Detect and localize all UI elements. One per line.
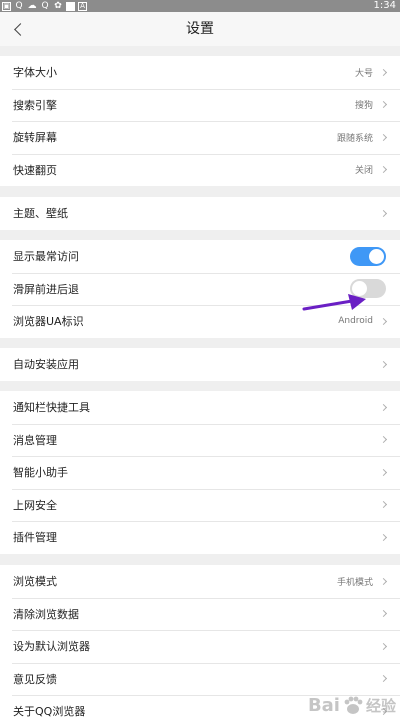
qq-browser-icon: Q — [15, 1, 23, 11]
settings-row-accessory — [379, 348, 388, 381]
settings-row-accessory — [379, 197, 388, 230]
settings-row[interactable]: 插件管理 — [0, 521, 400, 554]
settings-row-accessory: 手机模式 — [336, 565, 388, 598]
settings-row-accessory — [379, 489, 388, 522]
chevron-right-icon — [379, 675, 388, 683]
settings-row-accessory — [379, 391, 388, 424]
settings-row[interactable]: 字体大小 大号 — [0, 56, 400, 89]
settings-row[interactable]: 浏览模式 手机模式 — [0, 565, 400, 598]
settings-row-label: 浏览器UA标识 — [13, 315, 84, 329]
settings-row-label: 关于QQ浏览器 — [13, 705, 86, 719]
notification-icon: ▣ — [2, 1, 11, 11]
paw-icon — [344, 696, 363, 714]
chevron-right-icon — [379, 436, 388, 444]
back-button[interactable] — [4, 14, 32, 44]
settings-row-label: 通知栏快捷工具 — [13, 401, 90, 415]
back-arrow-icon — [13, 22, 27, 36]
settings-row[interactable]: 智能小助手 — [0, 456, 400, 489]
chevron-right-icon — [379, 577, 388, 585]
settings-row[interactable]: 设为默认浏览器 — [0, 630, 400, 663]
settings-row[interactable]: 上网安全 — [0, 488, 400, 522]
watermark-text-2: 经验 — [365, 696, 396, 715]
chevron-right-icon — [379, 166, 388, 174]
app-icon: ✿ — [54, 1, 62, 11]
chevron-right-icon — [379, 133, 388, 141]
settings-row-label: 快速翻页 — [13, 163, 57, 177]
settings-row-accessory — [350, 240, 386, 273]
settings-row-accessory — [379, 663, 388, 696]
settings-row-value: 手机模式 — [336, 577, 373, 588]
settings-row-accessory: 关闭 — [354, 154, 388, 187]
settings-row-label: 上网安全 — [13, 498, 57, 512]
settings-row-label: 意见反馈 — [13, 672, 57, 686]
settings-row[interactable]: 显示最常访问 — [0, 240, 400, 273]
settings-row[interactable]: 自动安装应用 — [0, 348, 400, 381]
settings-row[interactable]: 消息管理 — [0, 423, 400, 457]
settings-row-label: 主题、壁纸 — [13, 207, 68, 221]
chevron-right-icon — [379, 101, 388, 109]
chevron-right-icon — [379, 501, 388, 509]
settings-row[interactable]: 意见反馈 — [0, 662, 400, 696]
baidu-watermark: Bai 经验 — [308, 692, 396, 718]
chevron-right-icon — [379, 468, 388, 476]
chevron-right-icon — [379, 317, 388, 325]
settings-row-label: 显示最常访问 — [13, 250, 79, 264]
settings-row-accessory — [379, 424, 388, 457]
settings-row-label: 滑屏前进后退 — [13, 282, 79, 296]
settings-row[interactable]: 搜索引擎 搜狗 — [0, 88, 400, 122]
settings-row-label: 字体大小 — [13, 66, 57, 80]
annotation-arrow-icon — [302, 294, 366, 311]
weather-icon: ☁ — [27, 1, 37, 11]
chevron-right-icon — [379, 360, 388, 368]
settings-row-label: 清除浏览数据 — [13, 607, 79, 621]
settings-row-accessory — [379, 521, 388, 554]
settings-row-accessory — [379, 598, 388, 631]
watermark-text: Bai — [307, 694, 340, 716]
settings-row[interactable]: 清除浏览数据 — [0, 597, 400, 631]
chevron-right-icon — [379, 533, 388, 541]
settings-row-accessory: 跟随系统 — [336, 121, 388, 154]
settings-row-label: 浏览模式 — [13, 575, 57, 589]
chevron-right-icon — [379, 642, 388, 650]
settings-row[interactable]: 主题、壁纸 — [0, 197, 400, 230]
chevron-right-icon — [379, 403, 388, 411]
qq-icon: Q — [41, 1, 49, 11]
status-bar-icons: ▣ Q ☁ Q ✿ A — [2, 0, 87, 12]
settings-row-accessory: 搜狗 — [354, 89, 388, 122]
settings-row-accessory — [379, 456, 388, 489]
a-icon: A — [78, 1, 87, 11]
settings-row-value: 搜狗 — [354, 101, 373, 112]
settings-row-label: 自动安装应用 — [13, 358, 79, 372]
settings-section: 自动安装应用 — [0, 348, 400, 381]
settings-row-value: Android — [338, 316, 373, 327]
settings-row-label: 搜索引擎 — [13, 98, 57, 112]
settings-row-value: 关闭 — [354, 166, 373, 177]
toggle-switch[interactable] — [350, 246, 386, 266]
settings-row-accessory: 大号 — [354, 56, 388, 89]
settings-row-label: 智能小助手 — [13, 466, 68, 480]
settings-section: 主题、壁纸 — [0, 197, 400, 230]
settings-row-label: 插件管理 — [13, 531, 57, 545]
settings-row-label: 旋转屏幕 — [13, 131, 57, 145]
settings-section: 字体大小 大号搜索引擎 搜狗旋转屏幕 跟随系统快速翻页 关闭 — [0, 56, 400, 186]
chevron-right-icon — [379, 68, 388, 76]
settings-row[interactable]: 快速翻页 关闭 — [0, 153, 400, 187]
chevron-right-icon — [379, 209, 388, 217]
square-icon — [66, 1, 75, 11]
settings-row-value: 跟随系统 — [336, 133, 373, 144]
header-bar: 设置 — [0, 12, 400, 46]
settings-section: 通知栏快捷工具 消息管理智能小助手上网安全插件管理 — [0, 391, 400, 554]
toggle-knob — [369, 248, 384, 264]
settings-row[interactable]: 旋转屏幕 跟随系统 — [0, 121, 400, 154]
settings-row[interactable]: 通知栏快捷工具 — [0, 391, 400, 424]
settings-row-label: 设为默认浏览器 — [13, 640, 90, 654]
status-time: 1:34 — [373, 0, 396, 11]
settings-row-value: 大号 — [354, 68, 373, 79]
settings-section: 显示最常访问 滑屏前进后退 浏览器UA标识 Android — [0, 240, 400, 338]
settings-row-accessory — [379, 630, 388, 663]
page-title: 设置 — [186, 21, 214, 37]
settings-row-label: 消息管理 — [13, 433, 57, 447]
status-bar: ▣ Q ☁ Q ✿ A 1:34 — [0, 0, 400, 12]
chevron-right-icon — [379, 610, 388, 618]
